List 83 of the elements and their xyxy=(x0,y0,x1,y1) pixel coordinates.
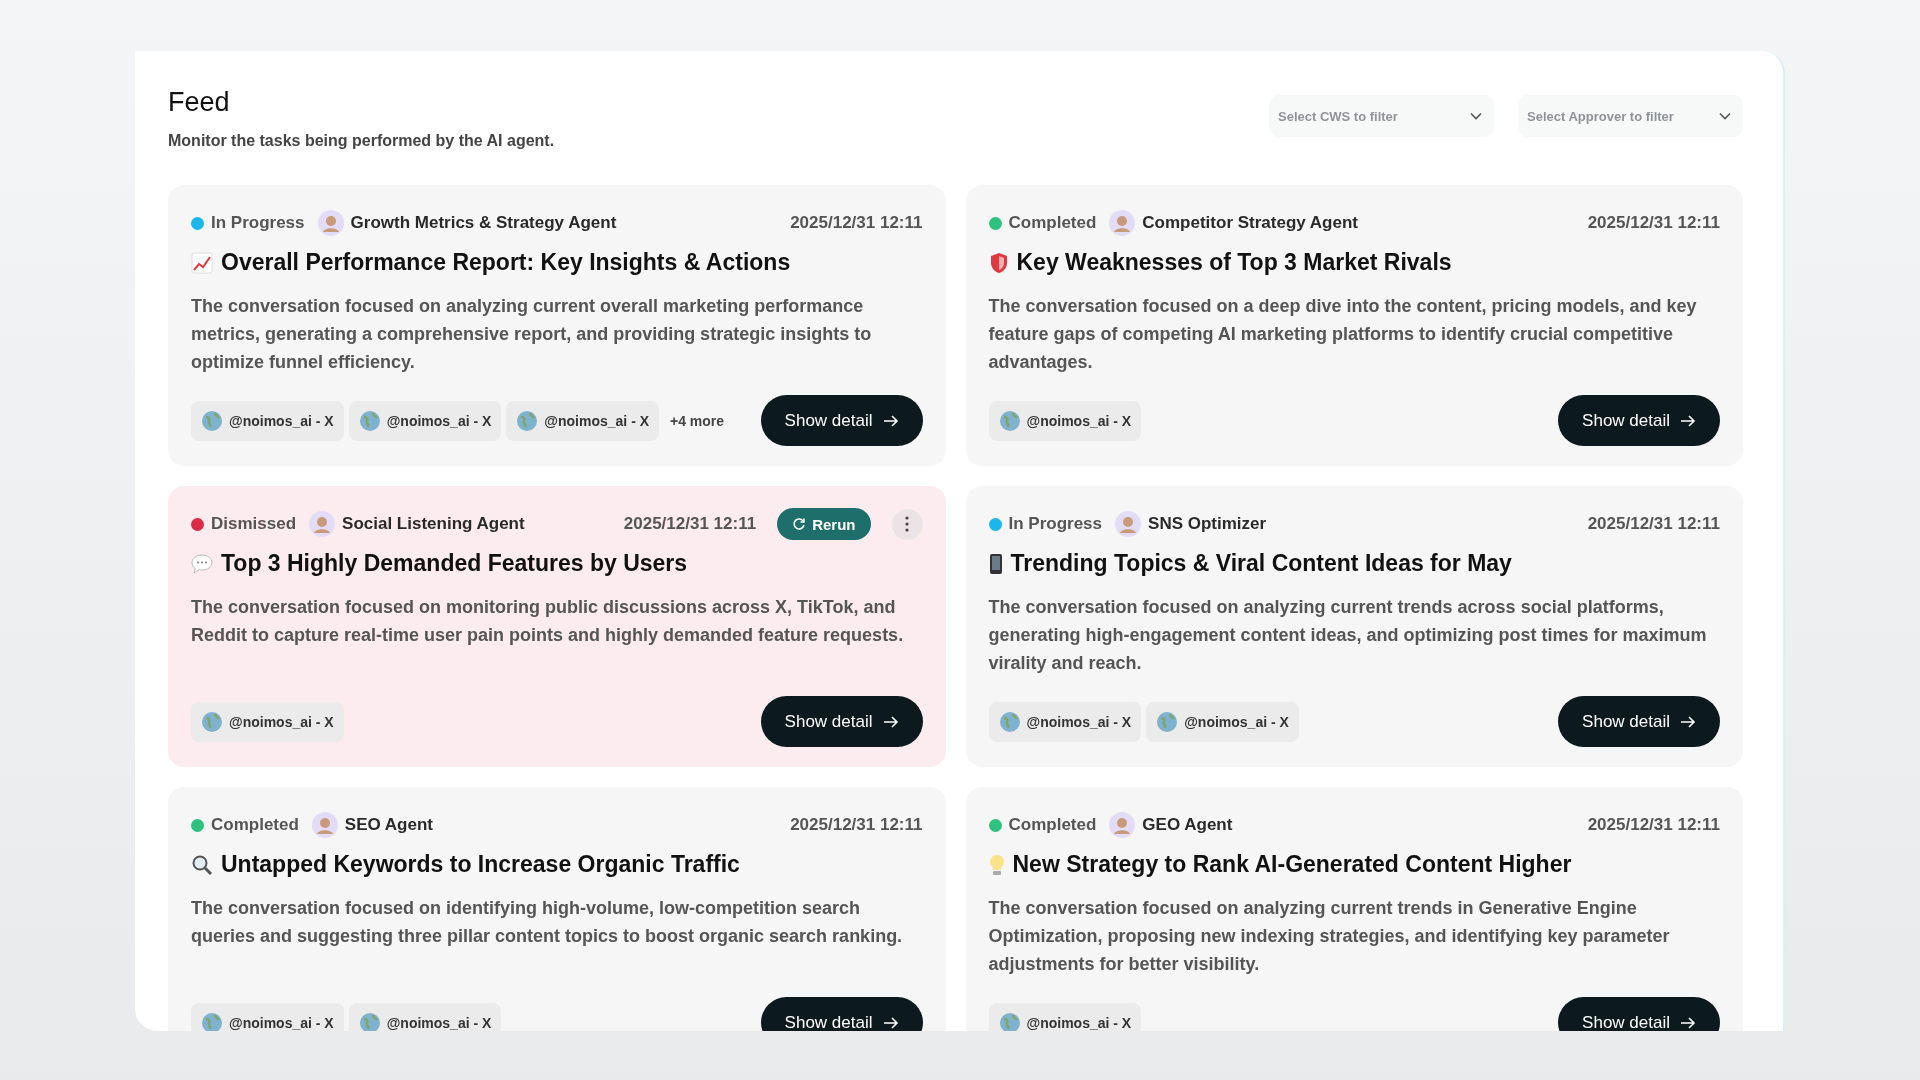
account-tag: @noimos_ai - X xyxy=(988,701,1142,742)
agent-avatar xyxy=(1115,511,1142,537)
account-tag: @noimos_ai - X xyxy=(988,1002,1142,1031)
lightbulb-icon xyxy=(988,853,1005,876)
globe-icon xyxy=(201,1011,223,1031)
card-title: Trending Topics & Viral Content Ideas for May xyxy=(1010,550,1512,577)
page-title: Feed xyxy=(168,87,231,118)
status-label: In Progress xyxy=(1008,514,1103,534)
arrow-right-icon xyxy=(1680,1015,1696,1030)
arrow-right-icon xyxy=(1680,714,1696,729)
globe-icon xyxy=(516,409,539,432)
timestamp: 2025/12/31 12:11 xyxy=(1587,815,1720,835)
account-tag: @noimos_ai - X xyxy=(348,400,502,441)
card-title: Untapped Keywords to Increase Organic Traffic xyxy=(221,851,740,878)
card-title: Overall Performance Report: Key Insights & Actions xyxy=(221,249,791,276)
agent-avatar xyxy=(1109,812,1136,838)
globe-icon xyxy=(358,1011,381,1031)
globe-icon xyxy=(998,710,1021,733)
account-tag: @noimos_ai - X xyxy=(1146,701,1299,742)
card-description: The conversation focused on analyzing current trends across social platforms, generating high-engagement content ideas, and optimizing post times for maximum virality and reach. xyxy=(988,596,1708,675)
shield-icon xyxy=(988,251,1009,274)
more-vertical-icon xyxy=(905,516,909,532)
show-detail-button[interactable]: Show detail xyxy=(760,997,923,1031)
page-subtitle: Monitor the tasks being performed by the AI agent. xyxy=(168,132,555,150)
card-description: The conversation focused on a deep dive into the content, pricing models, and key feature gaps of competing AI marketing platforms to identify crucial competitive advantages. xyxy=(988,295,1698,374)
card-description: The conversation focused on monitoring public discussions across X, TikTok, and Reddit to capture real-time user pain points and highly demanded feature requests. xyxy=(191,596,905,647)
account-tag: @noimos_ai - X xyxy=(348,1002,502,1031)
show-detail-button[interactable]: Show detail xyxy=(1558,696,1720,747)
timestamp: 2025/12/31 12:11 xyxy=(790,815,923,835)
timestamp: 2025/12/31 12:11 xyxy=(1587,514,1720,534)
globe-icon xyxy=(201,710,223,733)
card-description: The conversation focused on analyzing current trends in Generative Engine Optimization, proposing new indexing strategies, and identifying key parameter adjustments for better visibility. xyxy=(988,897,1671,976)
arrow-right-icon xyxy=(882,1015,899,1030)
show-detail-button[interactable]: Show detail xyxy=(1558,997,1720,1031)
account-tag: @noimos_ai - X xyxy=(191,400,344,441)
card-title: Key Weaknesses of Top 3 Market Rivals xyxy=(1016,249,1452,276)
globe-icon xyxy=(201,409,223,432)
card-title: New Strategy to Rank AI-Generated Content Higher xyxy=(1012,851,1572,878)
card-title: Top 3 Highly Demanded Features by Users xyxy=(221,550,688,577)
phone-icon xyxy=(988,552,1003,575)
agent-avatar xyxy=(1109,210,1136,236)
agent-avatar xyxy=(311,812,338,838)
arrow-right-icon xyxy=(882,714,899,729)
more-tags-count: +4 more xyxy=(670,412,725,429)
chart-icon xyxy=(191,251,213,274)
agent-name: Growth Metrics & Strategy Agent xyxy=(350,213,617,233)
timestamp: 2025/12/31 12:11 xyxy=(623,514,757,534)
agent-name: SEO Agent xyxy=(344,815,433,835)
chevron-down-icon xyxy=(1470,112,1482,120)
arrow-right-icon xyxy=(882,413,899,428)
agent-name: Social Listening Agent xyxy=(342,514,525,534)
globe-icon xyxy=(358,409,381,432)
show-detail-button[interactable]: Show detail xyxy=(760,395,923,446)
timestamp: 2025/12/31 12:11 xyxy=(1587,213,1720,233)
magnifier-icon xyxy=(191,853,213,876)
chevron-down-icon xyxy=(1719,112,1731,120)
card-description: The conversation focused on identifying high-volume, low-competition search queries and suggesting three pillar content topics to boost organic search ranking. xyxy=(191,897,904,948)
globe-icon xyxy=(998,409,1021,432)
card-description: The conversation focused on analyzing current overall marketing performance metrics, generating a comprehensive report, and providing strategic insights to optimize funnel efficiency. xyxy=(191,295,873,374)
status-label: Completed xyxy=(1008,815,1097,835)
globe-icon xyxy=(998,1011,1021,1031)
agent-avatar xyxy=(317,210,344,236)
agent-avatar xyxy=(309,511,336,537)
show-detail-button[interactable]: Show detail xyxy=(760,696,923,747)
account-tag: @noimos_ai - X xyxy=(191,701,344,742)
arrow-right-icon xyxy=(1680,413,1696,428)
status-label: Completed xyxy=(211,815,299,835)
account-tag: @noimos_ai - X xyxy=(988,400,1142,441)
agent-name: GEO Agent xyxy=(1142,815,1233,835)
speech-bubble-icon xyxy=(191,553,213,574)
status-label: In Progress xyxy=(211,213,305,233)
status-label: Completed xyxy=(1008,213,1097,233)
account-tag: @noimos_ai - X xyxy=(191,1002,344,1031)
rerun-button[interactable]: Rerun xyxy=(777,508,871,540)
agent-name: SNS Optimizer xyxy=(1148,514,1267,534)
refresh-icon xyxy=(792,517,807,531)
timestamp: 2025/12/31 12:11 xyxy=(790,213,923,233)
show-detail-button[interactable]: Show detail xyxy=(1558,395,1720,446)
more-options-button[interactable] xyxy=(891,508,923,540)
agent-name: Competitor Strategy Agent xyxy=(1142,213,1358,233)
status-label: Dismissed xyxy=(211,514,297,534)
account-tag: @noimos_ai - X xyxy=(506,400,659,441)
globe-icon xyxy=(1156,710,1179,733)
